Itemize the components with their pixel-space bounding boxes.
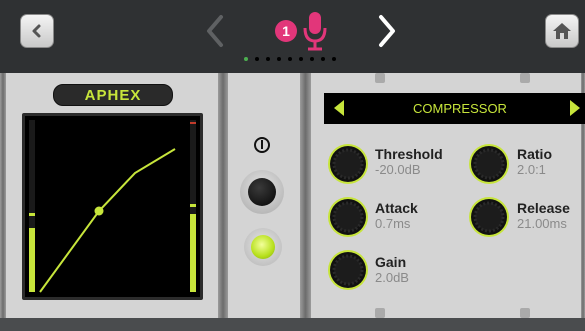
gain-param: Gain 2.0dB: [375, 254, 409, 286]
page-dot: [288, 57, 292, 61]
attack-knob[interactable]: [326, 195, 370, 239]
panel-screw: [520, 308, 530, 318]
page-dot: [321, 57, 325, 61]
page-dot: [332, 57, 336, 61]
rack-rail: [300, 73, 311, 320]
brand-logo: APHEX: [53, 84, 173, 106]
back-button[interactable]: [20, 14, 54, 48]
page-dot-active: [244, 57, 248, 61]
power-off-button[interactable]: [240, 170, 284, 214]
page-indicator: [244, 57, 336, 65]
next-arrow-icon: [379, 15, 395, 47]
attack-param: Attack 0.7ms: [375, 200, 418, 232]
transfer-curve-plot: [29, 120, 196, 293]
page-dot: [277, 57, 281, 61]
home-icon: [553, 23, 571, 39]
panel-screw: [375, 308, 385, 318]
threshold-knob[interactable]: [326, 142, 370, 186]
module-next-icon[interactable]: [570, 100, 580, 116]
power-on-button[interactable]: [244, 228, 282, 266]
button-cap: [248, 178, 276, 206]
rack-rail: [218, 73, 228, 320]
param-value: -20.0dB: [375, 162, 421, 177]
channel-number-badge: 1: [275, 20, 297, 42]
module-prev-icon[interactable]: [334, 100, 344, 116]
param-value: 2.0dB: [375, 270, 409, 285]
page-dot: [255, 57, 259, 61]
power-icon: [254, 137, 270, 153]
param-label: Threshold: [375, 146, 443, 162]
back-icon: [32, 24, 41, 38]
ratio-knob[interactable]: [467, 142, 511, 186]
microphone-icon: [303, 12, 327, 51]
button-cap-lit: [251, 235, 275, 259]
param-label: Attack: [375, 200, 418, 216]
bottom-bar: [0, 318, 585, 331]
home-button[interactable]: [545, 14, 579, 48]
page-dot: [310, 57, 314, 61]
param-value: 0.7ms: [375, 216, 411, 231]
top-bar: 1: [0, 0, 585, 73]
threshold-param: Threshold -20.0dB: [375, 146, 443, 178]
prev-channel-button[interactable]: [200, 10, 230, 52]
compression-graph: [22, 113, 203, 300]
param-label: Ratio: [517, 146, 552, 162]
gain-knob[interactable]: [326, 248, 370, 292]
ratio-param: Ratio 2.0:1: [517, 146, 552, 178]
param-label: Gain: [375, 254, 407, 270]
page-dot: [266, 57, 270, 61]
module-name: COMPRESSOR: [413, 101, 507, 116]
page-dot: [299, 57, 303, 61]
prev-arrow-icon: [207, 15, 223, 47]
param-value: 21.00ms: [517, 216, 567, 231]
panel-screw: [520, 73, 530, 83]
param-value: 2.0:1: [517, 162, 546, 177]
panel-screw: [375, 73, 385, 83]
param-label: Release: [517, 200, 570, 216]
next-channel-button[interactable]: [372, 10, 402, 52]
threshold-point[interactable]: [94, 206, 104, 216]
release-param: Release 21.00ms: [517, 200, 570, 232]
release-knob[interactable]: [467, 195, 511, 239]
